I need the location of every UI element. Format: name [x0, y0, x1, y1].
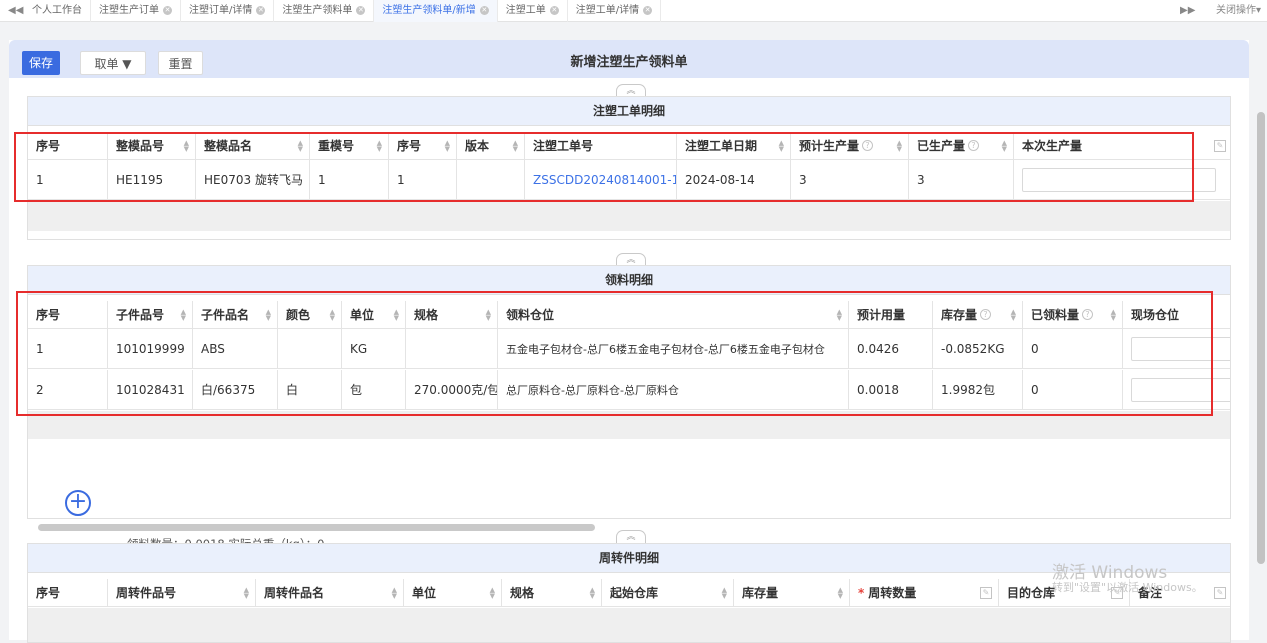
page-title: 新增注塑生产领料单	[570, 55, 688, 70]
col-spec[interactable]: 规格 ▲ ▼	[502, 579, 602, 606]
tab-close-icon[interactable]: ✕	[643, 6, 653, 15]
tab-workbench[interactable]: 个人工作台	[24, 0, 91, 22]
col-unit[interactable]: 单位 ▲ ▼	[404, 579, 502, 606]
tab-work-order-detail[interactable]: 注塑工单/详情 ✕	[568, 0, 662, 22]
col-from-warehouse[interactable]: 起始仓库 ▲ ▼	[602, 579, 734, 606]
edit-icon[interactable]: ✎	[1214, 586, 1226, 599]
close-operations-menu[interactable]: 关闭操作▾	[1216, 0, 1261, 22]
edit-icon[interactable]: ✎	[1214, 139, 1226, 152]
tab-close-icon[interactable]: ✕	[356, 6, 366, 15]
highlight-material	[16, 291, 1213, 416]
turnover-header-row: 序号 周转件品号 ▲ ▼ 周转件品名 ▲ ▼ 单位 ▲ ▼ 规格 ▲ ▼ 起始仓库 ▲ ▼ 库存量 ▲…	[28, 579, 1230, 607]
tab-close-icon[interactable]: ✕	[479, 6, 489, 15]
tab-material-requisition-new[interactable]: 注塑生产领料单/新增 ✕	[374, 0, 498, 22]
col-turnover-qty[interactable]: * 周转数量 ✎	[850, 579, 999, 606]
tabs-prev-icon[interactable]: ◀◀	[8, 0, 23, 22]
tab-production-order[interactable]: 注塑生产订单 ✕	[91, 0, 181, 22]
activation-watermark-hint: 转到"设置"以激活 Windows。	[1052, 581, 1203, 594]
add-row-button[interactable]: +	[65, 490, 91, 516]
tab-close-icon[interactable]: ✕	[163, 6, 172, 15]
tab-order-detail[interactable]: 注塑订单/详情 ✕	[181, 0, 275, 22]
table-footer	[28, 201, 1230, 231]
horizontal-scrollbar[interactable]	[38, 524, 595, 531]
tab-close-icon[interactable]: ✕	[549, 6, 559, 15]
sort-icon[interactable]: ▲ ▼	[392, 586, 397, 599]
form-header: 保存 取单 ▼ 重置 新增注塑生产领料单	[9, 40, 1249, 78]
sort-icon[interactable]: ▲ ▼	[838, 586, 843, 599]
col-turnover-no[interactable]: 周转件品号 ▲ ▼	[108, 579, 256, 606]
col-stock[interactable]: 库存量 ▲ ▼	[734, 579, 850, 606]
sort-icon[interactable]: ▲ ▼	[244, 586, 249, 599]
turnover-title: 周转件明细	[28, 544, 1230, 573]
sort-icon[interactable]: ▲ ▼	[490, 586, 495, 599]
vertical-scrollbar[interactable]	[1257, 112, 1265, 564]
tab-material-requisition[interactable]: 注塑生产领料单 ✕	[274, 0, 375, 22]
tab-work-order[interactable]: 注塑工单 ✕	[498, 0, 568, 22]
tabs-next-icon[interactable]: ▶▶	[1180, 0, 1195, 22]
sort-icon[interactable]: ▲ ▼	[590, 586, 595, 599]
col-seq[interactable]: 序号	[28, 579, 108, 606]
tab-close-icon[interactable]: ✕	[256, 6, 266, 15]
work-order-title: 注塑工单明细	[28, 97, 1230, 126]
tab-list: 个人工作台 注塑生产订单 ✕ 注塑订单/详情 ✕ 注塑生产领料单 ✕ 注塑生产领料单/…	[24, 0, 662, 22]
turnover-section: 周转件明细 序号 周转件品号 ▲ ▼ 周转件品名 ▲ ▼ 单位 ▲ ▼ 规格 ▲ ▼ 起始仓库 ▲…	[27, 543, 1231, 643]
collapse-turnover-icon[interactable]: ︽	[616, 530, 646, 543]
required-marker: *	[858, 585, 865, 600]
table-footer	[28, 608, 1230, 642]
highlight-work-order	[14, 132, 1194, 202]
sort-icon[interactable]: ▲ ▼	[722, 586, 727, 599]
tab-bar: ◀◀ 个人工作台 注塑生产订单 ✕ 注塑订单/详情 ✕ 注塑生产领料单 ✕ 注塑生产领…	[0, 0, 1267, 22]
edit-icon[interactable]: ✎	[980, 586, 992, 599]
col-turnover-name[interactable]: 周转件品名 ▲ ▼	[256, 579, 404, 606]
